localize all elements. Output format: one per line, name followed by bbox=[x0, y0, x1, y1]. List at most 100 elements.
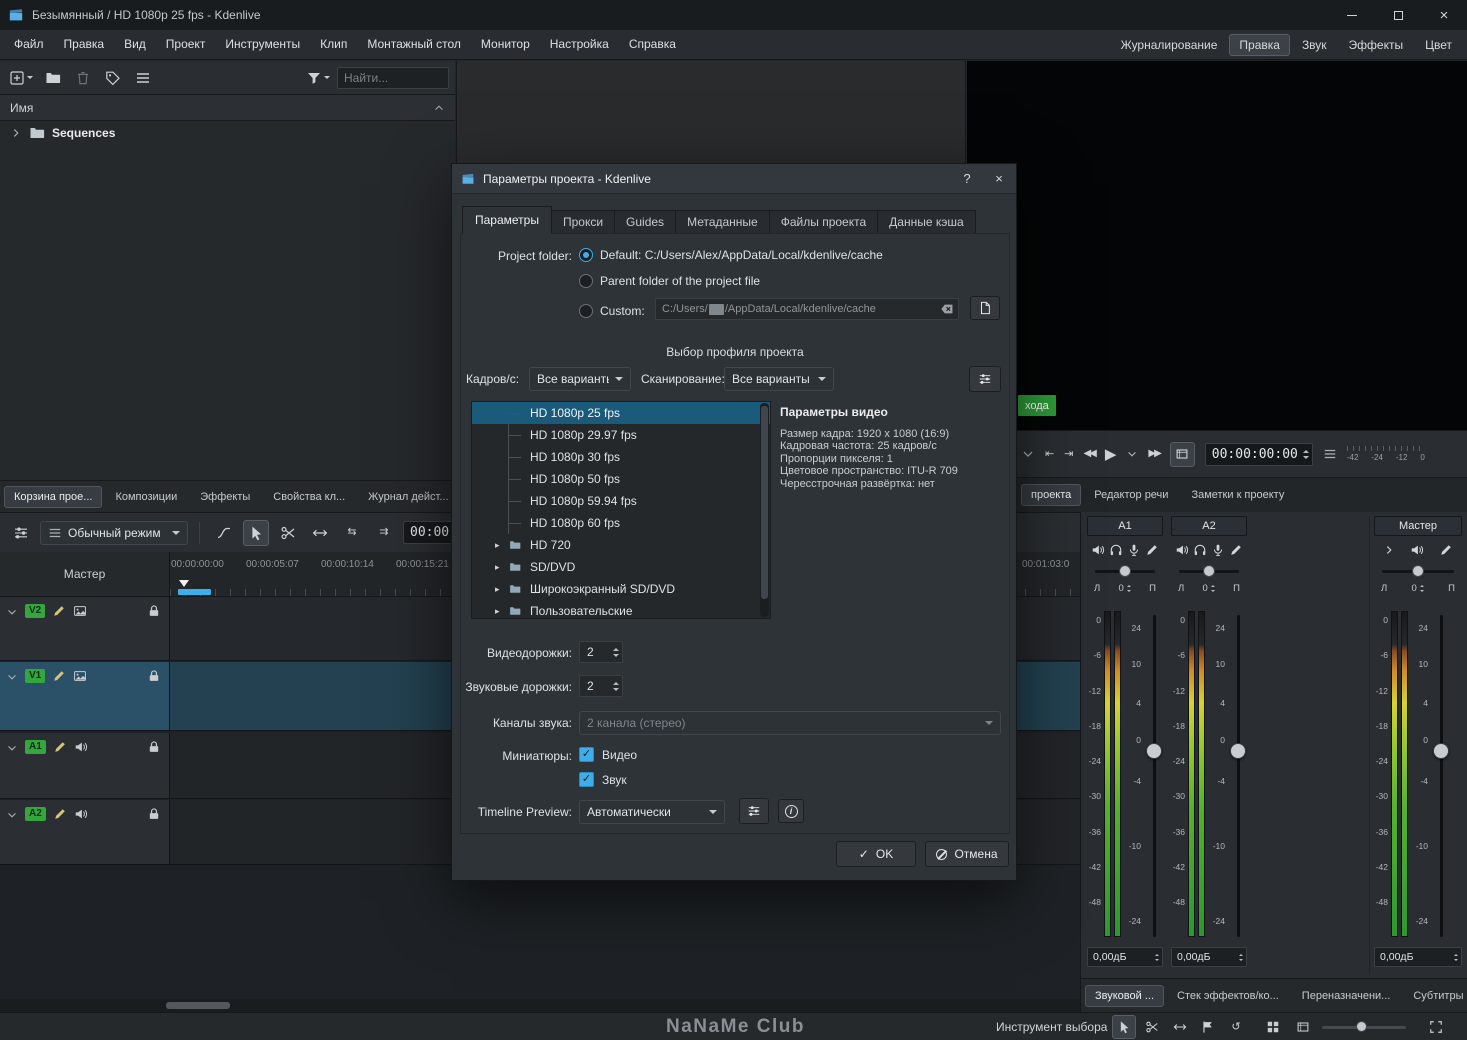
tab-project-files[interactable]: Файлы проекта bbox=[769, 210, 878, 234]
profile-item[interactable]: HD 1080p 29.97 fps bbox=[472, 424, 770, 446]
timeline-hscrollbar[interactable] bbox=[0, 999, 1080, 1012]
list-scrollbar[interactable] bbox=[760, 403, 769, 617]
delete-button[interactable] bbox=[70, 65, 96, 91]
tab-cache-data[interactable]: Данные кэша bbox=[877, 210, 976, 234]
pan-spinner[interactable] bbox=[1127, 585, 1131, 592]
tab-settings[interactable]: Параметры bbox=[462, 206, 552, 234]
effects-pencil-icon[interactable] bbox=[1229, 543, 1243, 557]
edit-track-icon[interactable] bbox=[52, 604, 66, 618]
master-track-button[interactable]: Мастер bbox=[0, 552, 170, 597]
audio-channels-select[interactable]: 2 канала (стерео) bbox=[579, 711, 1001, 735]
fader-knob[interactable] bbox=[1433, 743, 1449, 759]
collapse-mixer-icon[interactable] bbox=[1383, 544, 1395, 556]
scanning-filter-select[interactable]: Все варианты bbox=[724, 367, 834, 391]
pan-knob[interactable] bbox=[1203, 565, 1215, 577]
effects-pencil-icon[interactable] bbox=[1439, 543, 1453, 557]
spacer-tool-button[interactable] bbox=[307, 520, 333, 546]
create-folder-button[interactable] bbox=[40, 65, 66, 91]
tab-effect-stack[interactable]: Стек эффектов/ко... bbox=[1167, 985, 1289, 1007]
add-clip-button[interactable] bbox=[6, 65, 36, 91]
monitor-menu-icon[interactable] bbox=[1323, 447, 1337, 461]
ripple-tool-button[interactable]: ⇉ bbox=[371, 520, 397, 546]
ok-button[interactable]: ✓OK bbox=[836, 841, 916, 867]
lock-icon[interactable] bbox=[147, 604, 161, 618]
bin-name-header[interactable]: Имя bbox=[0, 95, 455, 121]
thumbnails-icon[interactable] bbox=[73, 669, 87, 683]
tab-metadata[interactable]: Метаданные bbox=[675, 210, 770, 234]
menu-help[interactable]: Справка bbox=[619, 30, 686, 59]
close-button[interactable]: × bbox=[1421, 0, 1467, 30]
rewind-icon[interactable]: ◀◀ bbox=[1083, 449, 1094, 459]
expander-icon[interactable]: ▸ bbox=[495, 578, 500, 600]
tab-undo-history[interactable]: Журнал дейст... bbox=[358, 486, 458, 508]
volume-fader[interactable] bbox=[1153, 615, 1156, 937]
gain-value-box[interactable]: 0,00дБ bbox=[1171, 947, 1247, 967]
bin-item-sequences[interactable]: Sequences bbox=[0, 121, 455, 145]
effects-pencil-icon[interactable] bbox=[1145, 543, 1159, 557]
clear-input-icon[interactable] bbox=[940, 302, 954, 316]
play-icon[interactable]: ▶ bbox=[1105, 447, 1117, 462]
profile-item[interactable]: HD 1080p 50 fps bbox=[472, 468, 770, 490]
mixer-channel-header[interactable]: Мастер bbox=[1374, 516, 1462, 536]
track-head-a1[interactable]: A1 bbox=[0, 733, 170, 799]
workspace-color[interactable]: Цвет bbox=[1415, 34, 1462, 56]
mix-button[interactable] bbox=[211, 520, 237, 546]
timecode-spinner[interactable] bbox=[1303, 449, 1309, 460]
tab-subtitles[interactable]: Субтитры bbox=[1403, 985, 1467, 1007]
preview-info-button[interactable]: i bbox=[778, 799, 804, 823]
monitor-headphones-icon[interactable] bbox=[1109, 543, 1123, 557]
radio-custom-folder[interactable]: Custom: bbox=[579, 302, 645, 320]
gain-value-box[interactable]: 0,00дБ bbox=[1374, 947, 1462, 967]
profile-group[interactable]: ▸HD 720 bbox=[472, 534, 770, 556]
profile-item[interactable]: HD 1080p 59.94 fps bbox=[472, 490, 770, 512]
scrollbar-thumb[interactable] bbox=[761, 406, 768, 599]
menu-file[interactable]: Файл bbox=[4, 30, 54, 59]
gain-spinner[interactable] bbox=[1239, 954, 1243, 961]
audio-thumbnails-checkbox[interactable]: ✓ bbox=[579, 772, 594, 787]
pan-slider[interactable] bbox=[1372, 564, 1464, 578]
zone-mode-button[interactable] bbox=[1170, 442, 1195, 467]
monitor-timecode[interactable]: 00:00:00:00 bbox=[1205, 443, 1313, 466]
fps-filter-select[interactable]: Все варианты bbox=[529, 367, 631, 391]
profile-group[interactable]: ▸SD/DVD bbox=[472, 556, 770, 578]
mute-icon[interactable] bbox=[1410, 543, 1424, 557]
dialog-titlebar[interactable]: Параметры проекта - Kdenlive ? × bbox=[452, 164, 1016, 194]
chevron-down-icon[interactable] bbox=[6, 809, 18, 821]
filter-button[interactable] bbox=[303, 65, 333, 91]
zone-start-icon[interactable]: ⇤ bbox=[1045, 449, 1054, 460]
grid-icon[interactable] bbox=[1266, 1020, 1280, 1034]
slip-tool-button[interactable]: ⇆ bbox=[339, 520, 365, 546]
profile-group[interactable]: ▸Пользовательские bbox=[472, 600, 770, 619]
frame-preview-icon[interactable] bbox=[1296, 1020, 1310, 1034]
menu-project[interactable]: Проект bbox=[156, 30, 216, 59]
thumbnails-icon[interactable] bbox=[73, 604, 87, 618]
chevron-down-icon[interactable] bbox=[6, 671, 18, 683]
radio-default-folder[interactable]: Default: C:/Users/Alex/AppData/Local/kde… bbox=[579, 246, 883, 264]
track-head-a2[interactable]: A2 bbox=[0, 800, 170, 865]
profile-item[interactable]: HD 1080p 30 fps bbox=[472, 446, 770, 468]
expander-icon[interactable]: ▸ bbox=[495, 534, 500, 556]
tab-audio-mixer[interactable]: Звуковой ... bbox=[1085, 985, 1164, 1007]
playhead-marker[interactable] bbox=[179, 580, 189, 592]
browse-folder-button[interactable] bbox=[970, 296, 1000, 320]
preview-settings-button[interactable] bbox=[739, 798, 769, 824]
workspace-effects[interactable]: Эффекты bbox=[1339, 34, 1414, 56]
track-head-v2[interactable]: V2 bbox=[0, 597, 170, 661]
tab-guides[interactable]: Guides bbox=[614, 210, 676, 234]
zoom-slider[interactable] bbox=[1322, 1019, 1406, 1035]
edit-mode-select[interactable]: Обычный режим bbox=[40, 521, 188, 545]
workspace-logging[interactable]: Журналирование bbox=[1111, 34, 1228, 56]
chevron-down-icon[interactable] bbox=[6, 606, 18, 618]
scrollbar-thumb[interactable] bbox=[166, 1002, 230, 1009]
expander-icon[interactable]: ▸ bbox=[495, 600, 500, 619]
monitor-headphones-icon[interactable] bbox=[1193, 543, 1207, 557]
lock-icon[interactable] bbox=[147, 740, 161, 754]
tab-remapping[interactable]: Переназначени... bbox=[1292, 985, 1401, 1007]
selection-tool-button[interactable] bbox=[243, 520, 269, 546]
tab-proxy[interactable]: Прокси bbox=[551, 210, 615, 234]
zoom-fit-button[interactable] bbox=[1424, 1015, 1448, 1039]
zone-end-icon[interactable]: ⇥ bbox=[1064, 449, 1073, 460]
spacer-tool-button[interactable] bbox=[1168, 1015, 1192, 1039]
selection-tool-button[interactable] bbox=[1112, 1015, 1136, 1039]
tab-compositions[interactable]: Композиции bbox=[105, 486, 187, 508]
